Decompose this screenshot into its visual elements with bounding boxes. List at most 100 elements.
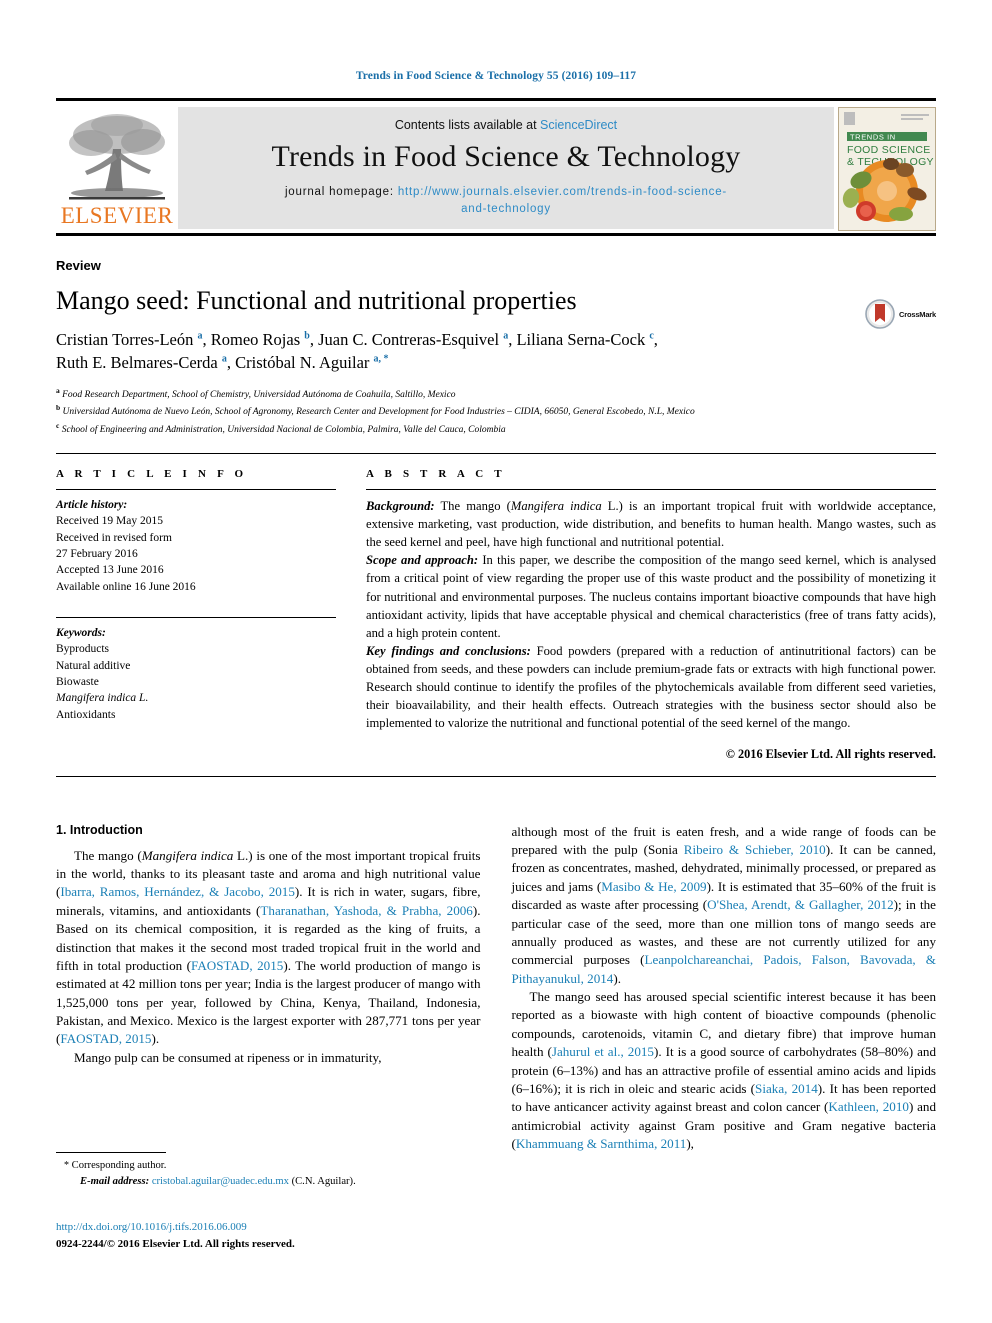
history-item: Received 19 May 2015 xyxy=(56,515,163,528)
article-history-block: Article history: Received 19 May 2015 Re… xyxy=(56,497,336,595)
author-name: Juan C. Contreras-Esquivel xyxy=(318,329,500,349)
footnote-corresponding-line: * Corresponding author. xyxy=(56,1158,481,1174)
paper-page: Trends in Food Science & Technology 55 (… xyxy=(0,0,992,1323)
article-info-column: A R T I C L E I N F O Article history: R… xyxy=(56,468,366,762)
affiliation-marker: c xyxy=(56,420,60,430)
body-column-left: 1. Introduction The mango (Mangifera ind… xyxy=(56,823,481,1154)
corresponding-author-footnote: * Corresponding author. E-mail address: … xyxy=(56,1152,481,1189)
author-affiliation-marker[interactable]: b xyxy=(304,330,310,341)
affiliation-text: Food Research Department, School of Chem… xyxy=(62,389,456,400)
history-item: Received in revised form xyxy=(56,531,172,544)
affiliation-marker: a xyxy=(56,385,60,395)
homepage-url-line2[interactable]: and-technology xyxy=(461,203,551,215)
abstract-scope-label: Scope and approach: xyxy=(366,553,479,568)
keyword-item[interactable]: Byproducts xyxy=(56,641,336,657)
running-head: Trends in Food Science & Technology 55 (… xyxy=(355,70,637,82)
keywords-block: Keywords: Byproducts Natural additive Bi… xyxy=(56,625,336,723)
svg-text:FOOD SCIENCE: FOOD SCIENCE xyxy=(847,144,931,156)
text-run: ). xyxy=(151,1031,160,1047)
homepage-label: journal homepage: xyxy=(284,186,398,199)
citation-link[interactable]: Ribeiro & Schieber, 2010 xyxy=(684,842,826,857)
citation-link[interactable]: Ibarra, Ramos, Hernández, & Jacobo, 2015 xyxy=(60,884,295,899)
species-name: Mangifera indica xyxy=(141,847,234,863)
keyword-item[interactable]: Biowaste xyxy=(56,674,336,690)
info-divider-top xyxy=(56,452,936,454)
author-affiliation-marker[interactable]: a xyxy=(503,330,508,341)
abstract-copyright: © 2016 Elsevier Ltd. All rights reserved… xyxy=(725,746,936,761)
author-name: Ruth E. Belmares-Cerda xyxy=(56,353,218,373)
title-row: Mango seed: Functional and nutritional p… xyxy=(56,273,936,375)
citation-link[interactable]: Masibo & He, 2009 xyxy=(601,879,706,894)
journal-header-box: Contents lists available at ScienceDirec… xyxy=(178,107,834,229)
text-run: ), xyxy=(686,1136,694,1152)
sciencedirect-link[interactable]: ScienceDirect xyxy=(540,118,617,132)
abstract-paragraph-background: Background: The mango (Mangifera indica … xyxy=(366,497,936,551)
article-type: Review xyxy=(56,258,101,273)
title-column: Mango seed: Functional and nutritional p… xyxy=(56,273,832,375)
footnote-marker: * xyxy=(64,1160,69,1171)
abstract-column: A B S T R A C T Background: The mango (M… xyxy=(366,468,936,762)
doi-link[interactable]: http://dx.doi.org/10.1016/j.tifs.2016.06… xyxy=(56,1219,496,1236)
text-run: The mango ( xyxy=(74,847,142,863)
journal-homepage-line: journal homepage: http://www.journals.el… xyxy=(285,184,727,217)
citation-link[interactable]: Tharanathan, Yashoda, & Prabha, 2006 xyxy=(260,903,472,918)
body-columns: 1. Introduction The mango (Mangifera ind… xyxy=(56,823,936,1154)
affiliation-text: School of Engineering and Administration… xyxy=(61,424,506,435)
footnote-email-line: E-mail address: cristobal.aguilar@uadec.… xyxy=(56,1174,481,1189)
info-abstract-area: A R T I C L E I N F O Article history: R… xyxy=(56,468,936,762)
citation-link[interactable]: O'Shea, Arendt, & Gallagher, 2012 xyxy=(707,897,894,912)
page-title: Mango seed: Functional and nutritional p… xyxy=(56,286,577,315)
paragraph: although most of the fruit is eaten fres… xyxy=(512,823,937,989)
crossmark-icon[interactable] xyxy=(865,299,895,329)
homepage-url-line1[interactable]: http://www.journals.elsevier.com/trends-… xyxy=(398,186,727,198)
abstract-body: Background: The mango (Mangifera indica … xyxy=(366,497,936,733)
species-name: Mangifera indica xyxy=(510,498,602,513)
crossmark-badge[interactable]: CrossMark xyxy=(865,299,936,329)
issn-copyright-line: 0924-2244/© 2016 Elsevier Ltd. All right… xyxy=(56,1237,295,1250)
citation-link[interactable]: Khammuang & Sarnthima, 2011 xyxy=(516,1136,686,1151)
paragraph: The mango (Mangifera indica L.) is one o… xyxy=(56,847,481,1049)
cover-art-icon: TRENDS IN FOOD SCIENCE & TECHNOLOGY xyxy=(839,108,935,230)
divider xyxy=(56,488,336,490)
footnote-corresponding-text: Corresponding author. xyxy=(71,1160,167,1171)
citation-link[interactable]: Siaka, 2014 xyxy=(755,1081,818,1096)
contents-prefix: Contents lists available at xyxy=(394,118,541,133)
journal-cover-block: TRENDS IN FOOD SCIENCE & TECHNOLOGY xyxy=(834,107,936,231)
citation-link[interactable]: FAOSTAD, 2015 xyxy=(60,1031,151,1046)
email-link[interactable]: cristobal.aguilar@uadec.edu.mx xyxy=(152,1176,289,1187)
email-label: E-mail address: xyxy=(80,1175,150,1187)
keyword-item[interactable]: Natural additive xyxy=(56,658,336,674)
author-name: Romeo Rojas xyxy=(210,329,301,349)
author-affiliation-marker[interactable]: a xyxy=(198,330,203,341)
affiliation-item: a Food Research Department, School of Ch… xyxy=(56,385,936,402)
author-affiliation-marker[interactable]: a xyxy=(222,354,227,365)
section-heading-introduction: 1. Introduction xyxy=(56,822,143,837)
affiliation-text: Universidad Autónoma de Nuevo León, Scho… xyxy=(62,407,695,418)
author-affiliation-marker[interactable]: a, * xyxy=(374,354,389,365)
abstract-paragraph-scope: Scope and approach: In this paper, we de… xyxy=(366,551,936,642)
keyword-item[interactable]: Mangifera indica L. xyxy=(56,690,336,706)
affiliation-item: c School of Engineering and Administrati… xyxy=(56,420,936,437)
keyword-item[interactable]: Antioxidants xyxy=(56,707,336,723)
author-list: Cristian Torres-León a, Romeo Rojas b, J… xyxy=(56,329,658,373)
elsevier-wordmark: ELSEVIER xyxy=(60,203,174,228)
divider xyxy=(366,488,936,490)
doi-block: http://dx.doi.org/10.1016/j.tifs.2016.06… xyxy=(56,1219,496,1252)
history-item: Available online 16 June 2016 xyxy=(56,580,196,593)
crossmark-column: CrossMark xyxy=(832,273,936,329)
journal-cover-thumbnail: TRENDS IN FOOD SCIENCE & TECHNOLOGY xyxy=(838,107,936,231)
author-affiliation-marker[interactable]: c xyxy=(649,330,653,341)
abstract-findings-label: Key findings and conclusions: xyxy=(366,643,531,658)
citation-link[interactable]: Kathleen, 2010 xyxy=(828,1099,909,1114)
keywords-label: Keywords: xyxy=(56,626,106,639)
citation-link[interactable]: FAOSTAD, 2015 xyxy=(191,958,283,973)
abstract-background-label: Background: xyxy=(366,498,435,513)
author-name: Liliana Serna-Cock xyxy=(516,329,646,349)
citation-link[interactable]: Jahurul et al., 2015 xyxy=(552,1044,654,1059)
elsevier-logo: ELSEVIER xyxy=(56,107,178,229)
affiliation-marker: b xyxy=(56,403,61,413)
history-item: Accepted 13 June 2016 xyxy=(56,564,164,577)
affiliation-list: a Food Research Department, School of Ch… xyxy=(56,385,936,437)
svg-text:TRENDS IN: TRENDS IN xyxy=(850,133,896,142)
body-column-right: although most of the fruit is eaten fres… xyxy=(512,823,937,1154)
